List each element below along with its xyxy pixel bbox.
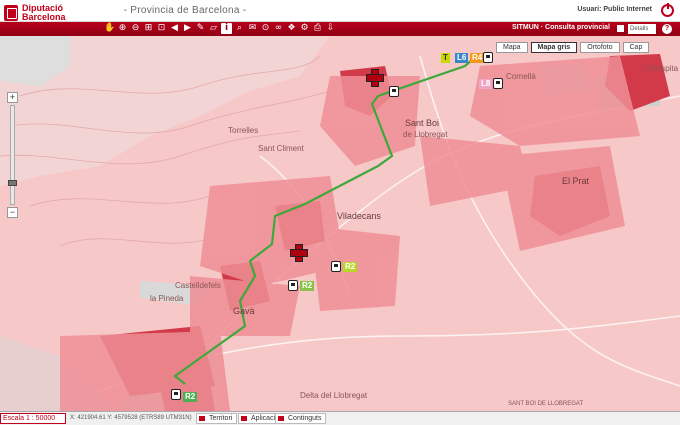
logo-line-2: Barcelona xyxy=(22,12,66,22)
line-l8-badge: L8 xyxy=(479,79,493,89)
map-canvas[interactable]: Torrelles Sant Boi de Llobregat Sant Cli… xyxy=(0,36,680,411)
station-icon[interactable] xyxy=(483,52,493,63)
label-el-prat: El Prat xyxy=(562,176,590,186)
page-title: - Provincia de Barcelona - xyxy=(123,5,247,16)
locate-icon[interactable]: ⊙ xyxy=(260,23,271,34)
label-sant-boi: Sant Boi xyxy=(405,118,440,128)
zoom-bar: + − xyxy=(7,92,18,222)
logo-emblem-icon xyxy=(4,5,18,21)
zoom-slider[interactable] xyxy=(8,105,17,205)
message-icon[interactable]: ✉ xyxy=(247,23,258,34)
tab-territori[interactable]: Territori xyxy=(196,413,238,424)
scale-field[interactable]: Escala 1 : 50000 xyxy=(0,413,66,424)
zoom-full-icon[interactable]: ⊡ xyxy=(156,23,167,34)
label-castelldefels: Castelldefels xyxy=(175,281,221,290)
label-gava: Gavà xyxy=(233,306,255,316)
station-icon[interactable] xyxy=(331,261,341,272)
label-viladecans: Viladecans xyxy=(337,211,381,221)
hospital-icon[interactable] xyxy=(366,69,384,87)
zoom-slider-handle[interactable] xyxy=(8,180,17,186)
header: Diputació Barcelona - Provincia de Barce… xyxy=(0,0,680,22)
station-icon[interactable] xyxy=(493,78,503,89)
line-t-badge: T xyxy=(441,53,450,63)
print-icon[interactable]: ⎙ xyxy=(312,23,323,34)
station-icon[interactable] xyxy=(288,280,298,291)
help-icon[interactable]: ? xyxy=(662,24,672,34)
line-r2-badge: R2 xyxy=(183,392,198,402)
line-r2-badge: R2 xyxy=(300,281,315,291)
tab-continguts[interactable]: Continguts xyxy=(275,413,327,424)
diputacio-logo[interactable]: Diputació Barcelona xyxy=(4,3,86,23)
label-hospitalet: L'Hospita xyxy=(645,64,679,73)
label-cornella: Cornellà xyxy=(506,72,536,81)
map-tools: ✋ ⊕ ⊖ ⊞ ⊡ ◀ ▶ ✎ ▱ i ⌕ ✉ ⊙ ∞ ❖ ⚙ ⎙ ⇩ xyxy=(104,23,336,34)
zoom-in-button[interactable]: + xyxy=(7,92,18,103)
detail-select[interactable]: Detalls xyxy=(628,24,656,34)
layers-icon[interactable]: ❖ xyxy=(286,23,297,34)
label-la-pineda: la Pineda xyxy=(150,294,184,303)
search-icon[interactable]: ⌕ xyxy=(234,23,245,34)
application-name: SITMUN · Consulta provincial xyxy=(511,24,610,31)
zoom-out-button[interactable]: − xyxy=(7,207,18,218)
logout-power-icon[interactable] xyxy=(661,3,674,17)
line-l6-badge: L6 xyxy=(455,53,469,63)
base-layer-button-ortofoto[interactable]: Ortofoto xyxy=(580,42,620,53)
user-label: Usuari: Public Internet xyxy=(577,6,652,13)
save-icon[interactable] xyxy=(617,25,624,32)
area-icon[interactable]: ▱ xyxy=(208,23,219,34)
base-layer-switcher: Mapa Mapa gris Ortofoto Cap xyxy=(496,42,650,53)
label-sant-climent: Sant Climent xyxy=(258,144,304,153)
previous-view-icon[interactable]: ◀ xyxy=(169,23,180,34)
line-r2-badge: R2 xyxy=(343,262,358,272)
station-icon[interactable] xyxy=(171,389,181,400)
link-icon[interactable]: ∞ xyxy=(273,23,284,34)
export-icon[interactable]: ⇩ xyxy=(325,23,336,34)
label-sant-boi-llobregat: SANT BOI DE LLOBREGAT xyxy=(508,401,584,407)
map-viewer-app: Diputació Barcelona - Provincia de Barce… xyxy=(0,0,680,425)
zoom-out-icon[interactable]: ⊖ xyxy=(130,23,141,34)
station-icon[interactable] xyxy=(389,86,399,97)
label-torrelles: Torrelles xyxy=(228,126,259,135)
settings-icon[interactable]: ⚙ xyxy=(299,23,310,34)
zoom-box-icon[interactable]: ⊞ xyxy=(143,23,154,34)
map-drawing xyxy=(0,36,680,411)
hospital-icon[interactable] xyxy=(290,244,308,262)
pan-hand-icon[interactable]: ✋ xyxy=(104,23,115,34)
zoom-in-icon[interactable]: ⊕ xyxy=(117,23,128,34)
status-bar: Escala 1 : 50000 X: 421904.61 Y: 4579528… xyxy=(0,411,680,425)
base-layer-button-mapa[interactable]: Mapa xyxy=(496,42,528,53)
label-delta: Delta del Llobregat xyxy=(300,391,368,400)
next-view-icon[interactable]: ▶ xyxy=(182,23,193,34)
base-layer-button-cap[interactable]: Cap xyxy=(622,42,650,53)
coordinates-readout: X: 421904.61 Y: 4579528 (ETRS89 UTM31N) xyxy=(70,415,192,421)
toolbar: ✋ ⊕ ⊖ ⊞ ⊡ ◀ ▶ ✎ ▱ i ⌕ ✉ ⊙ ∞ ❖ ⚙ ⎙ ⇩ SITMUN · Consulta pro… xyxy=(0,22,680,36)
measure-icon[interactable]: ✎ xyxy=(195,23,206,34)
info-icon[interactable]: i xyxy=(221,23,232,34)
label-de-llobregat: de Llobregat xyxy=(403,130,448,139)
base-layer-button-mapa-gris[interactable]: Mapa gris xyxy=(530,42,578,53)
